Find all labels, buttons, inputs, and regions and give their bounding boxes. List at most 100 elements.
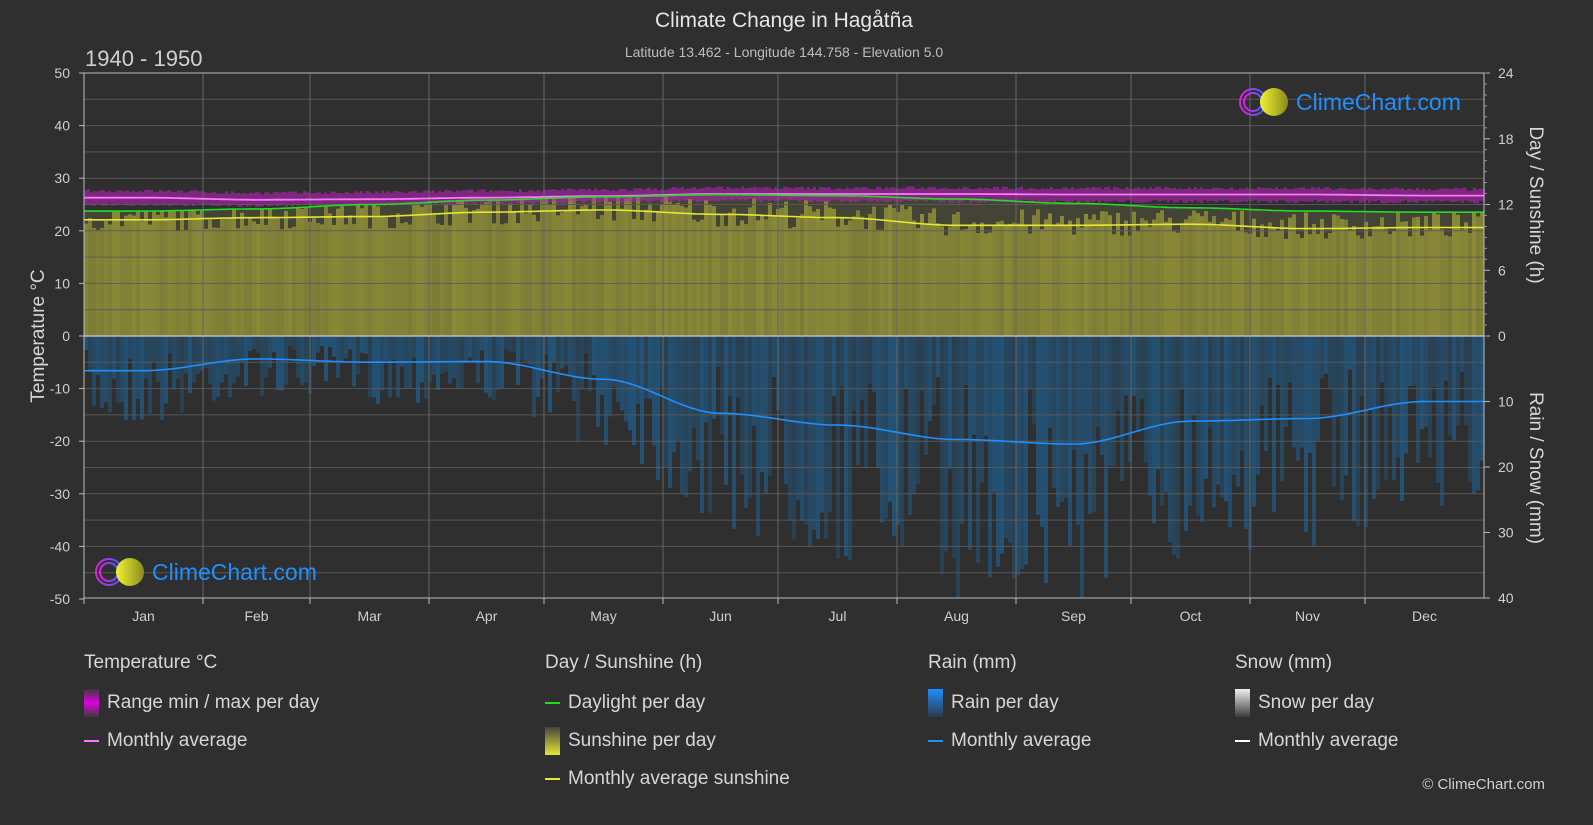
rain-bar: [1172, 336, 1176, 556]
right-top-tick-label: 18: [1498, 131, 1514, 147]
sunshine-bar: [1380, 217, 1384, 336]
temp-range-bar: [1053, 189, 1056, 203]
sunshine-bar: [788, 228, 792, 336]
sunshine-bar: [932, 208, 936, 336]
rain-bar: [508, 336, 512, 352]
sunshine-bar: [328, 213, 332, 336]
legend-item[interactable]: Monthly average: [1235, 728, 1398, 754]
legend-item-label: Monthly average sunshine: [568, 768, 790, 789]
sunshine-gap-bar: [468, 200, 472, 223]
copyright: © ClimeChart.com: [1422, 776, 1545, 793]
sunshine-bar: [376, 206, 380, 336]
legend-swatch-line-icon: [84, 740, 99, 742]
temp-range-bar: [1290, 189, 1293, 202]
sunshine-gap-bar: [1092, 203, 1096, 215]
sunshine-bar: [344, 224, 348, 336]
sunshine-bar: [108, 224, 112, 336]
rain-bar: [1184, 336, 1188, 531]
legend-item[interactable]: Monthly average: [928, 728, 1091, 754]
sunshine-bar: [252, 221, 256, 336]
legend-item[interactable]: Monthly average sunshine: [545, 766, 790, 792]
sunshine-bar: [1120, 235, 1124, 336]
sunshine-bar: [584, 204, 588, 336]
rain-bar: [248, 336, 252, 351]
sunshine-gap-bar: [1212, 208, 1216, 216]
rain-bar: [1136, 336, 1140, 432]
rain-bar: [224, 336, 228, 375]
rain-bar: [1464, 336, 1468, 425]
sunshine-gap-bar: [1052, 203, 1056, 225]
sunshine-bar: [132, 215, 136, 336]
legend-item[interactable]: Sunshine per day: [545, 727, 790, 755]
rain-bar: [360, 336, 364, 353]
sunshine-bar: [1312, 223, 1316, 336]
rain-bar: [1036, 336, 1040, 515]
sunshine-bar: [1400, 221, 1404, 336]
sunshine-gap-bar: [400, 203, 404, 224]
sunshine-bar: [1408, 236, 1412, 336]
sunshine-bar: [716, 226, 720, 336]
sunshine-bar: [448, 225, 452, 336]
sunshine-bar: [92, 227, 96, 336]
temp-range-bar: [594, 188, 597, 201]
sunshine-bar: [1092, 214, 1096, 336]
rain-bar: [1284, 336, 1288, 427]
rain-bar: [280, 336, 284, 391]
temp-range-bar: [753, 186, 756, 199]
sunshine-gap-bar: [1108, 204, 1112, 216]
sunshine-bar: [1352, 225, 1356, 336]
sunshine-bar: [812, 211, 816, 336]
temp-range-bar: [537, 190, 540, 203]
sunshine-bar: [1368, 236, 1372, 336]
legend-item[interactable]: Range min / max per day: [84, 689, 319, 717]
rain-bar: [568, 336, 572, 376]
sunshine-bar: [432, 214, 436, 336]
sunshine-gap-bar: [1372, 211, 1376, 227]
sunshine-bar: [156, 214, 160, 336]
sunshine-gap-bar: [1112, 204, 1116, 235]
rain-bar: [392, 336, 396, 360]
rain-bar: [1336, 336, 1340, 416]
rain-bar: [1076, 336, 1080, 526]
legend-item[interactable]: Daylight per day: [545, 690, 790, 716]
rain-bar: [1240, 336, 1244, 451]
rain-bar: [1388, 336, 1392, 408]
rain-bar: [332, 336, 336, 357]
sunshine-bar: [208, 219, 212, 336]
rain-bar: [1008, 336, 1012, 544]
sunshine-gap-bar: [1000, 200, 1004, 221]
rain-bar: [1152, 336, 1156, 524]
sunshine-bar: [1028, 233, 1032, 336]
rain-bar: [848, 336, 852, 560]
sunshine-bar: [712, 206, 716, 336]
rain-bar: [1100, 336, 1104, 456]
rain-bar: [88, 336, 92, 372]
month-label: Mar: [357, 608, 381, 624]
sunshine-bar: [168, 210, 172, 336]
temp-range-bar: [294, 191, 297, 205]
sunshine-bar: [1412, 217, 1416, 336]
legend-item[interactable]: Monthly average: [84, 728, 319, 754]
sunshine-bar: [452, 204, 456, 336]
rain-bar: [844, 336, 848, 557]
sunshine-bar: [1460, 229, 1464, 336]
rain-bar: [100, 336, 104, 408]
rain-bar: [728, 336, 732, 397]
rain-bar: [920, 336, 924, 391]
right-top-tick-label: 0: [1498, 328, 1506, 344]
legend-item[interactable]: Snow per day: [1235, 689, 1398, 717]
month-label: Sep: [1061, 608, 1086, 624]
sunshine-bar: [1192, 210, 1196, 336]
temp-range-bar: [189, 190, 192, 204]
legend-item[interactable]: Rain per day: [928, 689, 1091, 717]
sunshine-bar: [652, 221, 656, 336]
sunshine-bar: [1068, 220, 1072, 336]
sunshine-bar: [976, 232, 980, 336]
rain-bar: [1144, 336, 1148, 463]
temp-range-bar: [1191, 189, 1194, 203]
temp-range-bar: [198, 191, 201, 204]
sunshine-gap-bar: [992, 199, 996, 226]
right-bottom-tick-label: 20: [1498, 459, 1514, 475]
logo-bottom[interactable]: ClimeChart.com: [94, 556, 317, 588]
logo-top[interactable]: ClimeChart.com: [1238, 86, 1461, 118]
